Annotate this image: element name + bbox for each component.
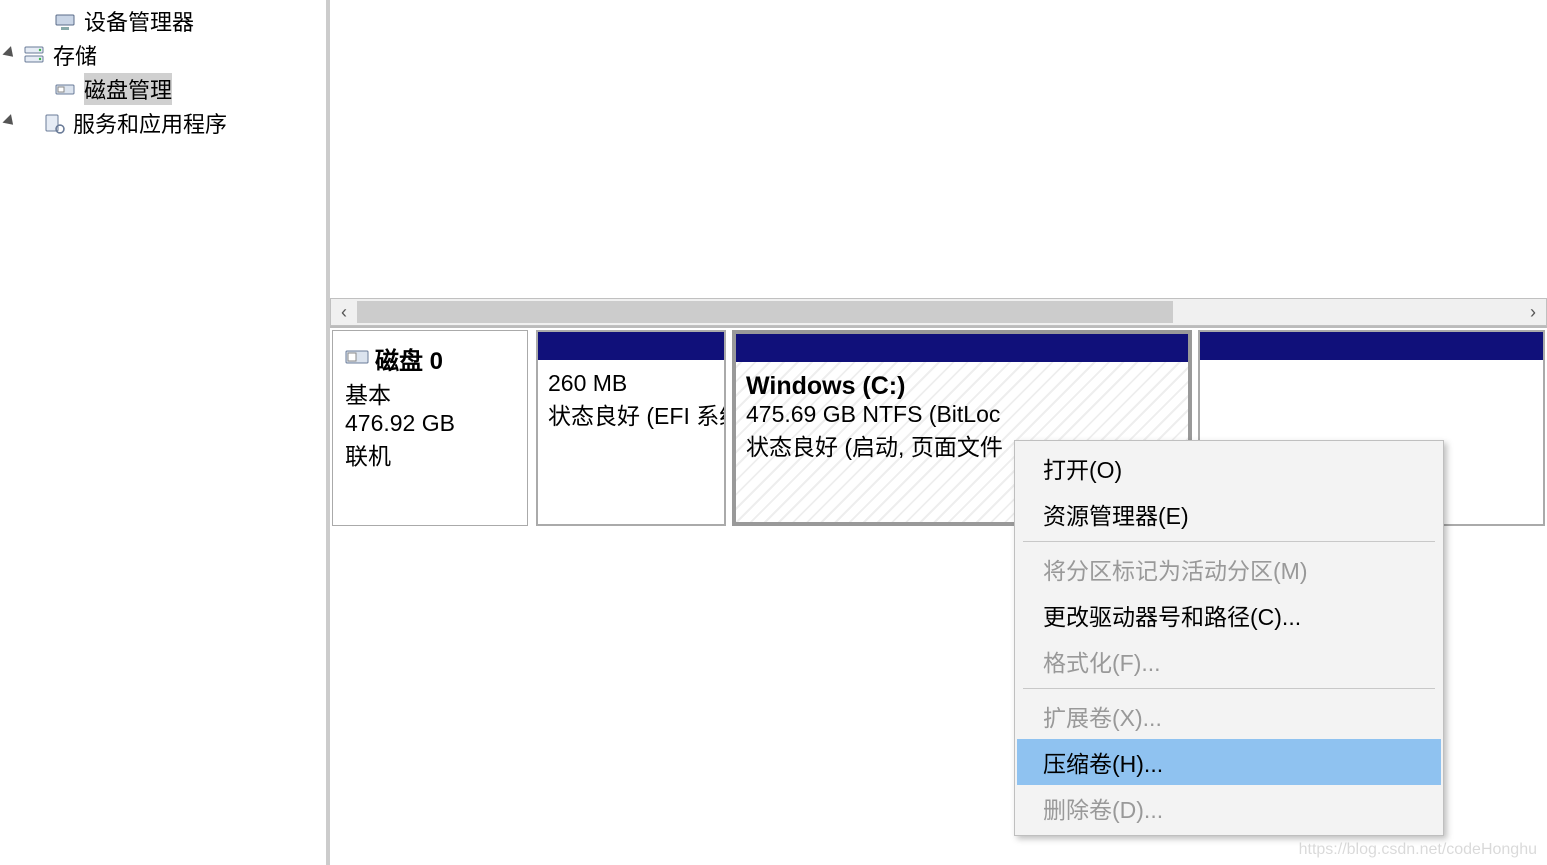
menu-open[interactable]: 打开(O) [1017,445,1441,491]
menu-separator [1023,688,1435,689]
context-menu: 打开(O) 资源管理器(E) 将分区标记为活动分区(M) 更改驱动器号和路径(C… [1014,440,1444,836]
sidebar-item-label: 存储 [53,39,97,71]
partition-status: 状态良好 (EFI 系统 [548,397,714,431]
menu-separator [1023,541,1435,542]
partition-size: 475.69 GB NTFS (BitLoc [746,401,1178,428]
disk-status: 联机 [345,437,515,471]
partition-volume-name: Windows (C:) [746,372,1178,401]
horizontal-scrollbar[interactable]: ‹ › [330,298,1547,326]
disk-name: 磁盘 0 [375,341,443,376]
partition-size: 260 MB [548,370,714,397]
sidebar-item-label: 磁盘管理 [84,73,172,105]
menu-change-drive-letter[interactable]: 更改驱动器号和路径(C)... [1017,592,1441,638]
disk-icon [345,345,369,373]
menu-shrink-volume[interactable]: 压缩卷(H)... [1017,739,1441,785]
watermark: https://blog.csdn.net/codeHonghu [1299,841,1537,859]
partition-header [1200,332,1543,360]
menu-delete-volume: 删除卷(D)... [1017,785,1441,831]
sidebar-item-storage[interactable]: 存储 [0,38,326,72]
sidebar-item-services[interactable]: 服务和应用程序 [0,106,326,140]
scroll-left-arrow[interactable]: ‹ [331,299,357,325]
menu-mark-active: 将分区标记为活动分区(M) [1017,546,1441,592]
disk-size: 476.92 GB [345,410,515,437]
sidebar-item-device-manager[interactable]: 设备管理器 [0,4,326,38]
volume-list-area [330,0,1547,298]
services-icon [41,110,67,136]
sidebar-item-disk-management[interactable]: 磁盘管理 [0,72,326,106]
disk-mgmt-icon [52,76,78,102]
partition-header [538,332,724,360]
sidebar-item-label: 设备管理器 [84,5,194,37]
scroll-right-arrow[interactable]: › [1520,299,1546,325]
menu-format: 格式化(F)... [1017,638,1441,684]
partition-efi[interactable]: 260 MB 状态良好 (EFI 系统 [536,330,726,526]
partition-header [736,334,1188,362]
device-manager-icon [52,8,78,34]
scroll-track[interactable] [357,299,1520,325]
menu-extend-volume: 扩展卷(X)... [1017,693,1441,739]
disk-type: 基本 [345,376,515,410]
scroll-thumb[interactable] [357,301,1173,323]
disk-info-panel[interactable]: 磁盘 0 基本 476.92 GB 联机 [332,330,528,526]
storage-icon [21,42,47,68]
sidebar-item-label: 服务和应用程序 [73,107,227,139]
sidebar: 设备管理器 存储 磁盘管理 服务和应用程序 [0,0,330,865]
menu-explorer[interactable]: 资源管理器(E) [1017,491,1441,537]
